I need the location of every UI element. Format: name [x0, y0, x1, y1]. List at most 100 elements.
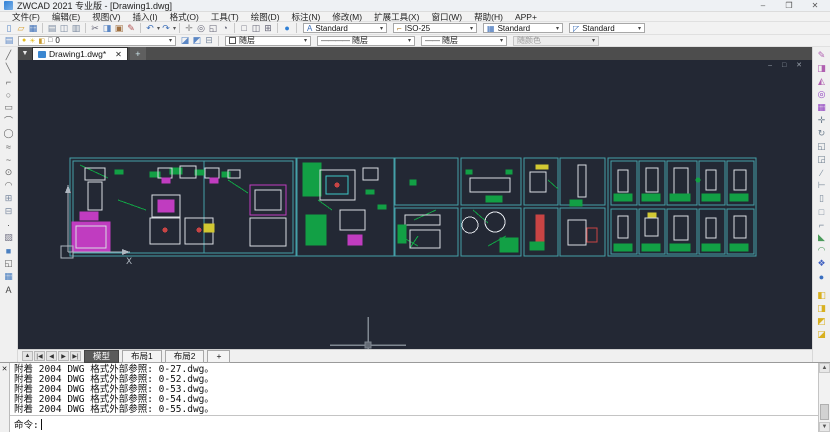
tab-nav-button-0[interactable]: |◀	[34, 351, 45, 361]
match-properties-icon[interactable]: ✎	[125, 23, 137, 34]
zoom-window-icon[interactable]: ◱	[207, 23, 219, 34]
layout-tab-布局1[interactable]: 布局1	[122, 350, 162, 363]
zoom-realtime-icon[interactable]: ◎	[195, 23, 207, 34]
close-button[interactable]: ✕	[804, 0, 826, 12]
rectangle-icon[interactable]: ▭	[2, 101, 16, 114]
menu-item[interactable]: 修改(M)	[326, 12, 368, 22]
command-close-icon[interactable]: ✕	[2, 365, 8, 373]
make-block-icon[interactable]: ⊟	[2, 205, 16, 218]
mdi-window-controls[interactable]: – □ ✕	[768, 61, 806, 69]
paste-icon[interactable]: ▣	[113, 23, 125, 34]
region-icon[interactable]: ◱	[2, 257, 16, 270]
command-expand-button[interactable]: ▲	[22, 351, 33, 361]
help-icon[interactable]: ●	[281, 23, 293, 34]
save-icon[interactable]: ▦	[27, 23, 39, 34]
array-icon[interactable]: ▦	[815, 101, 829, 114]
blend-icon[interactable]: ●	[815, 270, 829, 283]
extend-icon[interactable]: ⊢	[815, 179, 829, 192]
scale-icon[interactable]: ◱	[815, 140, 829, 153]
menu-item[interactable]: 标注(N)	[286, 12, 327, 22]
redo-dropdown-arrow[interactable]: ▾	[173, 25, 176, 32]
zoom-previous-icon[interactable]: ◔	[219, 23, 231, 34]
chevron-down-icon[interactable]: ▾	[592, 37, 595, 44]
menu-item[interactable]: 文件(F)	[6, 12, 46, 22]
construction-line-icon[interactable]: ╲	[2, 62, 16, 75]
arc-icon[interactable]: ⌒	[2, 114, 16, 127]
scrollbar-track[interactable]	[819, 373, 830, 422]
menu-item[interactable]: 工具(T)	[205, 12, 245, 22]
layer-properties-manager-icon[interactable]: ▤	[3, 35, 15, 46]
new-layout-tab-button[interactable]: +	[207, 350, 230, 363]
menu-item[interactable]: 帮助(H)	[468, 12, 509, 22]
line-icon[interactable]: ╱	[2, 49, 16, 62]
scroll-up-icon[interactable]: ▲	[819, 363, 830, 373]
viewport-two-icon[interactable]: ◫	[250, 23, 262, 34]
chevron-down-icon[interactable]: ▾	[470, 25, 473, 32]
fillet-icon[interactable]: ◠	[815, 244, 829, 257]
polyline-icon[interactable]: ⌐	[2, 75, 16, 88]
lineweight-control[interactable]: ——随层▾	[421, 36, 507, 46]
send-to-back-icon[interactable]: ◨	[815, 302, 829, 315]
menu-item[interactable]: 编辑(E)	[46, 12, 86, 22]
scroll-down-icon[interactable]: ▼	[819, 422, 830, 432]
linetype-control[interactable]: ————随层▾	[317, 36, 415, 46]
color-control[interactable]: 随层▾	[225, 36, 311, 46]
viewport-four-icon[interactable]: ⊞	[262, 23, 274, 34]
layout-tab-模型[interactable]: 模型	[84, 350, 119, 363]
trim-icon[interactable]: ∕	[815, 166, 829, 179]
open-icon[interactable]: ▱	[15, 23, 27, 34]
print-preview-icon[interactable]: ◫	[58, 23, 70, 34]
menu-item[interactable]: 视图(V)	[86, 12, 126, 22]
break-icon[interactable]: □	[815, 205, 829, 218]
document-tab[interactable]: Drawing1.dwg*✕	[32, 47, 128, 60]
chamfer-icon[interactable]: ◣	[815, 231, 829, 244]
offset-icon[interactable]: ◎	[815, 88, 829, 101]
insert-block-icon[interactable]: ⊞	[2, 192, 16, 205]
layer-dropdown[interactable]: ●☀◧□0▾	[18, 36, 176, 46]
multiline-text-icon[interactable]: A	[2, 283, 16, 296]
revision-cloud-icon[interactable]: ≈	[2, 140, 16, 153]
minimize-button[interactable]: –	[752, 0, 774, 12]
command-input-line[interactable]: 命令:	[10, 415, 818, 432]
ellipse-icon[interactable]: ⊙	[2, 166, 16, 179]
mirror-icon[interactable]: ◭	[815, 75, 829, 88]
spline-icon[interactable]: ~	[2, 153, 16, 166]
layer-previous-icon[interactable]: ◩	[191, 35, 203, 46]
circle-icon[interactable]: ◯	[2, 127, 16, 140]
stretch-icon[interactable]: ◲	[815, 153, 829, 166]
bring-above-icon[interactable]: ◩	[815, 315, 829, 328]
publish-icon[interactable]: ▥	[70, 23, 82, 34]
send-under-icon[interactable]: ◪	[815, 328, 829, 341]
chevron-down-icon[interactable]: ▾	[556, 25, 559, 32]
model-space-view[interactable]: X	[18, 60, 812, 349]
polygon-icon[interactable]: ○	[2, 88, 16, 101]
new-icon[interactable]: ▯	[3, 23, 15, 34]
text-style-dropdown[interactable]: AStandard▾	[303, 23, 387, 33]
ellipse-arc-icon[interactable]: ◠	[2, 179, 16, 192]
chevron-down-icon[interactable]: ▾	[500, 37, 503, 44]
layer-states-icon[interactable]: ⊟	[203, 35, 215, 46]
explode-icon[interactable]: ❖	[815, 257, 829, 270]
copy-clip-icon[interactable]: ◨	[101, 23, 113, 34]
point-icon[interactable]: ·	[2, 218, 16, 231]
redo-icon[interactable]: ↷	[160, 23, 172, 34]
pan-icon[interactable]: ✛	[183, 23, 195, 34]
tab-close-icon[interactable]: ✕	[115, 50, 122, 59]
drawing-canvas[interactable]: X – □ ✕	[18, 60, 812, 349]
gradient-icon[interactable]: ■	[2, 244, 16, 257]
command-scrollbar[interactable]: ▲ ▼	[818, 363, 830, 432]
menu-item[interactable]: 扩展工具(X)	[368, 12, 425, 22]
tab-list-button[interactable]: ▼	[18, 47, 32, 60]
menu-item[interactable]: APP+	[509, 12, 543, 22]
maximize-button[interactable]: ❒	[778, 0, 800, 12]
hatch-icon[interactable]: ▨	[2, 231, 16, 244]
rotate-icon[interactable]: ↻	[815, 127, 829, 140]
tab-nav-button-2[interactable]: ▶	[58, 351, 69, 361]
chevron-down-icon[interactable]: ▾	[380, 25, 383, 32]
plotstyle-control[interactable]: 随颜色▾	[513, 36, 599, 46]
chevron-down-icon[interactable]: ▾	[169, 37, 172, 44]
bring-to-front-icon[interactable]: ◧	[815, 289, 829, 302]
join-icon[interactable]: ⌐	[815, 218, 829, 231]
mleader-style-dropdown[interactable]: ◸Standard▾	[569, 23, 645, 33]
tab-nav-button-3[interactable]: ▶|	[70, 351, 81, 361]
